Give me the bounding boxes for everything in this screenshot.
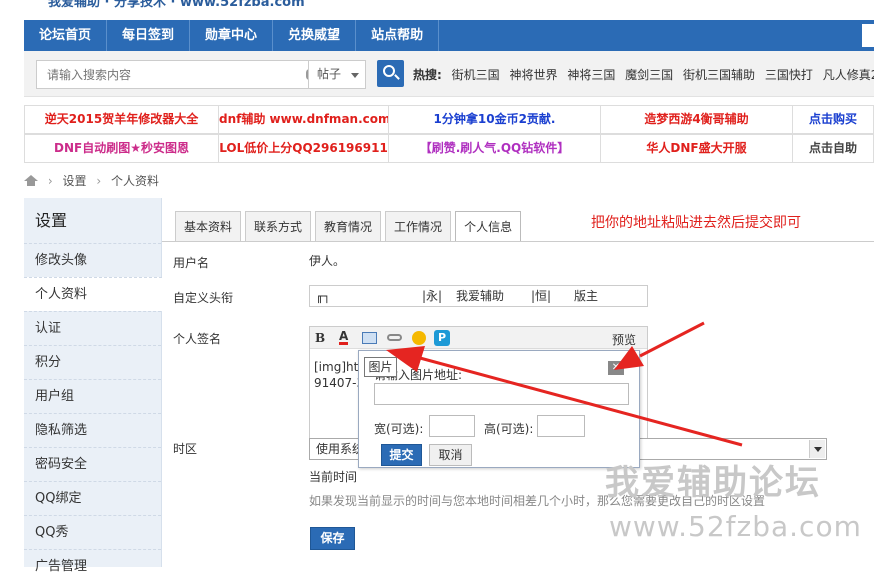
width-input[interactable] <box>429 415 475 437</box>
username-value: 伊人。 <box>309 254 346 268</box>
arrow-to-close-icon <box>639 321 705 358</box>
search-input[interactable] <box>37 61 287 88</box>
smiley-icon[interactable] <box>412 331 426 345</box>
sidebar-item-qq-bind[interactable]: QQ绑定 <box>24 481 161 515</box>
image-icon[interactable] <box>362 332 377 344</box>
nav-exchange[interactable]: 兑换威望 <box>273 20 357 51</box>
search-bar: 帖子 热搜: 街机三国 神将世界 神将三国 魔剑三国 街机三国辅助 三国快打 凡… <box>24 51 874 97</box>
current-time-label: 当前时间 <box>309 470 358 484</box>
close-icon[interactable]: ✕ <box>608 361 624 375</box>
sidebar-item-ads[interactable]: 广告管理 <box>24 549 161 583</box>
hot-search: 热搜: 街机三国 神将世界 神将三国 魔剑三国 街机三国辅助 三国快打 凡人修真… <box>413 66 874 83</box>
sidebar-item-verify[interactable]: 认证 <box>24 311 161 345</box>
sidebar-item-usergroup[interactable]: 用户组 <box>24 379 161 413</box>
cancel-button[interactable]: 取消 <box>429 444 472 466</box>
top-strip: 我爱辅助 · 分享技术 · www.52fzba.com <box>0 0 874 20</box>
attachment-icon[interactable]: P <box>434 330 450 346</box>
ad-link[interactable]: dnf辅助 www.dnfman.com <box>218 105 389 134</box>
tab-education[interactable]: 教育情况 <box>315 211 382 241</box>
image-tooltip: 图片 <box>364 357 397 377</box>
title-part: 我爱辅助 <box>456 289 505 303</box>
nav-home[interactable]: 论坛首页 <box>24 20 108 51</box>
title-part: |恒| <box>531 289 552 303</box>
submit-button[interactable]: 提交 <box>381 444 422 466</box>
hot-item[interactable]: 魔剑三国 <box>625 68 673 82</box>
ad-link[interactable]: 【刷赞.刷人气.QQ钻软件】 <box>388 134 601 163</box>
custom-title-label: 自定义头衔 <box>173 291 234 305</box>
nav-medal-center[interactable]: 勋章中心 <box>190 20 274 51</box>
bold-button[interactable]: B <box>315 331 325 345</box>
hot-search-label: 热搜: <box>413 68 442 82</box>
hot-item[interactable]: 三国快打 <box>765 68 813 82</box>
title-part: 版主 <box>574 289 599 303</box>
sidebar-item-qq-show[interactable]: QQ秀 <box>24 515 161 549</box>
search-input-wrap <box>36 60 333 89</box>
ad-link[interactable]: LOL低价上分QQ296196911 <box>218 134 389 163</box>
tab-divider <box>162 241 874 242</box>
breadcrumb-profile: 个人资料 <box>110 174 159 188</box>
custom-title-input[interactable]: ╓┐ |永| 我爱辅助 |恒| 版主 <box>309 285 648 307</box>
sidebar-title: 设置 <box>35 211 68 230</box>
home-icon[interactable] <box>24 175 38 186</box>
settings-sidebar: 设置 修改头像 个人资料 认证 积分 用户组 隐私筛选 密码安全 QQ绑定 QQ… <box>24 198 162 574</box>
font-color-button[interactable]: A <box>339 330 349 345</box>
image-url-dialog: ✕ 请输入图片地址: 宽(可选): 高(可选): 提交 取消 <box>358 350 640 468</box>
sidebar-item-credits[interactable]: 积分 <box>24 345 161 379</box>
editor-toolbar: B A P 预览 <box>310 327 647 349</box>
height-input[interactable] <box>537 415 585 437</box>
nav-help[interactable]: 站点帮助 <box>356 20 440 51</box>
ad-link[interactable]: 华人DNF盛大开服 <box>600 134 793 163</box>
hot-item[interactable]: 神将世界 <box>509 68 557 82</box>
title-part: |永| <box>422 289 443 303</box>
watermark-title: 我爱辅助论坛 <box>605 463 821 503</box>
ad-link[interactable]: 点击自助 <box>792 134 874 163</box>
save-button[interactable]: 保存 <box>310 527 355 550</box>
tab-work[interactable]: 工作情况 <box>385 211 452 241</box>
hot-item[interactable]: 街机三国 <box>452 68 500 82</box>
main-nav: 论坛首页 每日签到 勋章中心 兑换威望 站点帮助 <box>24 20 874 51</box>
ad-link[interactable]: 1分钟拿10金币2贡献. <box>388 105 601 134</box>
nav-edge-block <box>862 24 874 47</box>
hot-item[interactable]: 神将三国 <box>567 68 615 82</box>
breadcrumb: › 设置 › 个人资料 <box>24 172 159 190</box>
ad-link[interactable]: 造梦西游4衡哥辅助 <box>600 105 793 134</box>
ad-grid: 逆天2015贺羊年修改器大全 dnf辅助 www.dnfman.com 1分钟拿10… <box>24 105 874 163</box>
breadcrumb-settings[interactable]: 设置 <box>62 174 86 188</box>
profile-tabs: 基本资料 联系方式 教育情况 工作情况 个人信息 <box>175 211 525 242</box>
height-label: 高(可选): <box>484 422 534 436</box>
link-icon[interactable] <box>387 334 402 341</box>
timezone-value: 使用系统 <box>316 442 365 456</box>
username-label: 用户名 <box>173 256 210 270</box>
sidebar-item-privacy[interactable]: 隐私筛选 <box>24 413 161 447</box>
timezone-label: 时区 <box>173 442 198 456</box>
tab-basic[interactable]: 基本资料 <box>175 211 242 241</box>
signature-label: 个人签名 <box>173 332 222 346</box>
search-type-value: 帖子 <box>317 67 342 81</box>
search-button[interactable] <box>377 60 404 87</box>
title-part: ╓┐ <box>316 289 331 303</box>
sidebar-item-profile[interactable]: 个人资料 <box>24 277 162 311</box>
tab-contact[interactable]: 联系方式 <box>245 211 312 241</box>
ad-link[interactable]: DNF自动刷图★秒安图恩 <box>24 134 219 163</box>
width-label: 宽(可选): <box>374 422 424 436</box>
hot-item[interactable]: 凡人修真2 <box>823 68 874 82</box>
sidebar-item-avatar[interactable]: 修改头像 <box>24 243 161 277</box>
top-strip-text: 我爱辅助 · 分享技术 · www.52fzba.com <box>48 0 305 10</box>
instruction-note: 把你的地址粘贴进去然后提交即可 <box>591 215 801 231</box>
image-url-input[interactable] <box>374 383 629 405</box>
hot-item[interactable]: 街机三国辅助 <box>683 68 755 82</box>
sidebar-item-password[interactable]: 密码安全 <box>24 447 161 481</box>
ad-link[interactable]: 点击购买 <box>792 105 874 134</box>
nav-daily-signin[interactable]: 每日签到 <box>107 20 191 51</box>
search-type-select[interactable]: 帖子 <box>308 60 366 89</box>
chevron-down-icon <box>351 73 359 78</box>
tab-personal[interactable]: 个人信息 <box>455 211 522 242</box>
preview-button[interactable]: 预览 <box>612 331 636 348</box>
ad-link[interactable]: 逆天2015贺羊年修改器大全 <box>24 105 219 134</box>
watermark-url: www.52fzba.com <box>609 510 862 543</box>
